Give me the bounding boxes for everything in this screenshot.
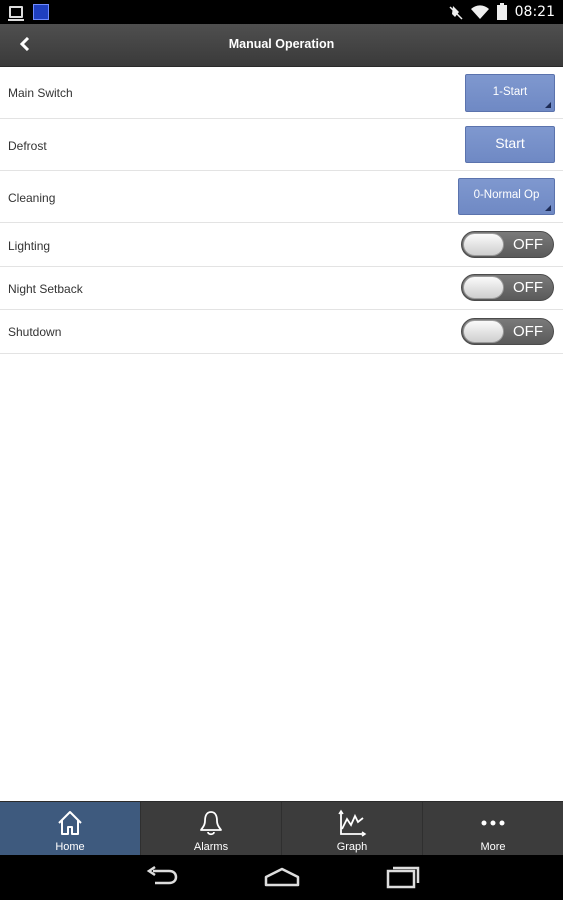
app-header: Manual Operation	[0, 24, 563, 67]
notification-area	[8, 4, 49, 21]
row-label: Defrost	[8, 139, 47, 153]
tab-label: Graph	[336, 841, 368, 853]
app-notification-icon	[33, 4, 49, 20]
row-label: Night Setback	[8, 282, 83, 296]
toggle-state: OFF	[513, 279, 543, 296]
no-sound-icon	[449, 4, 463, 20]
toggle-knob	[463, 233, 504, 256]
dropdown-corner-icon	[545, 102, 551, 108]
tab-label: Home	[55, 841, 85, 853]
nav-home-icon[interactable]	[264, 865, 300, 894]
nav-recents-icon[interactable]	[386, 865, 420, 894]
graph-icon	[337, 809, 367, 842]
home-icon	[56, 809, 84, 842]
dropdown-value: 1-Start	[492, 86, 528, 98]
row-night-setback: Night Setback OFF	[0, 267, 563, 310]
dropdown-corner-icon	[545, 205, 551, 211]
cleaning-dropdown[interactable]: 0-Normal Op	[458, 178, 555, 215]
bell-icon	[197, 809, 225, 842]
clock: 08:21	[514, 3, 555, 20]
tab-graph[interactable]: Graph	[282, 802, 423, 855]
system-indicators: 08:21	[449, 3, 555, 20]
row-label: Lighting	[8, 239, 51, 253]
nav-back-icon[interactable]	[145, 865, 179, 894]
system-nav-bar	[0, 855, 563, 900]
screen-notification-icon	[8, 6, 24, 21]
row-label: Cleaning	[8, 191, 56, 205]
lighting-toggle[interactable]: OFF	[461, 231, 554, 258]
row-shutdown: Shutdown OFF	[0, 310, 563, 354]
toggle-state: OFF	[513, 236, 543, 253]
more-icon	[479, 809, 507, 842]
button-label: Start	[495, 135, 525, 151]
row-main-switch: Main Switch 1-Start	[0, 67, 563, 119]
row-label: Main Switch	[8, 86, 73, 100]
wifi-icon	[470, 4, 489, 19]
tab-home[interactable]: Home	[0, 802, 141, 855]
dropdown-value: 0-Normal Op	[473, 189, 540, 201]
tab-label: Alarms	[193, 841, 229, 853]
row-lighting: Lighting OFF	[0, 223, 563, 267]
shutdown-toggle[interactable]: OFF	[461, 318, 554, 345]
night-setback-toggle[interactable]: OFF	[461, 274, 554, 301]
status-bar: 08:21	[0, 0, 563, 24]
toggle-knob	[463, 320, 504, 343]
toggle-state: OFF	[513, 323, 543, 340]
row-cleaning: Cleaning 0-Normal Op	[0, 171, 563, 223]
settings-list: Main Switch 1-Start Defrost Start Cleani…	[0, 67, 563, 354]
tab-more[interactable]: More	[423, 802, 563, 855]
defrost-start-button[interactable]: Start	[465, 126, 555, 163]
tab-alarms[interactable]: Alarms	[141, 802, 282, 855]
page-title: Manual Operation	[228, 37, 335, 51]
battery-icon	[496, 3, 507, 20]
row-label: Shutdown	[8, 325, 62, 339]
tab-label: More	[480, 841, 506, 853]
bottom-tab-bar: Home Alarms Graph More	[0, 801, 563, 855]
toggle-knob	[463, 276, 504, 299]
row-defrost: Defrost Start	[0, 119, 563, 171]
main-switch-dropdown[interactable]: 1-Start	[465, 74, 555, 112]
